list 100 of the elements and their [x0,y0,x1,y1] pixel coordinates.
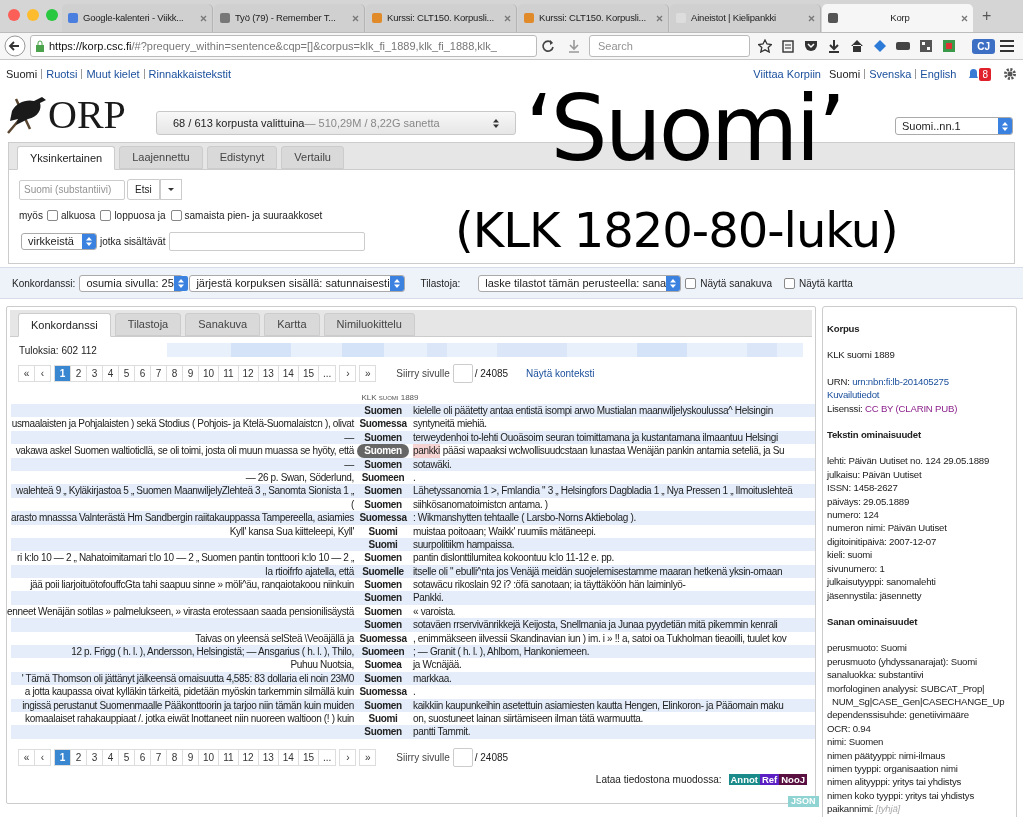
bookmark-star-icon[interactable] [758,39,773,53]
scope-select[interactable]: virkkeistä [21,233,97,250]
match-word[interactable]: Suomen [357,578,409,592]
page-button[interactable]: ... [318,749,337,767]
cite-link[interactable]: Viittaa Korpiin [753,65,821,83]
match-word[interactable]: Suomessa [357,511,409,525]
page-button[interactable]: 14 [277,749,299,767]
link[interactable]: urn:nbn:fi:lb-201405275 [852,374,949,389]
match-word[interactable]: Suomen [357,551,409,565]
new-tab-button[interactable]: + [974,4,1000,28]
match-word[interactable]: Suomen [357,497,409,512]
match-word[interactable]: Suomen [357,444,409,458]
browser-search-field[interactable]: Search [588,35,751,57]
match-word[interactable]: Suomelle [357,564,409,579]
download-format-button[interactable]: Ref [759,773,780,785]
match-word[interactable]: Suomi [357,712,409,726]
match-word[interactable]: Suomen [357,618,409,632]
match-word[interactable]: Suomen [357,484,409,498]
tab[interactable]: Nimiluokittelu [323,313,415,336]
close-tab-icon[interactable] [200,14,207,22]
close-tab-icon[interactable] [656,14,663,22]
tab[interactable]: Vertailu [281,146,344,169]
match-word[interactable]: Suomen [357,725,409,739]
language-link[interactable]: English [920,65,957,83]
pocket-icon[interactable] [804,39,819,53]
match-word[interactable]: Suomen [357,698,409,712]
tab[interactable]: Konkordanssi [18,313,111,337]
diamond-icon[interactable] [873,39,888,53]
search-button[interactable]: Etsi [127,179,160,200]
browser-tab[interactable]: Korp [822,4,973,32]
tab[interactable]: Edistynyt [206,146,278,169]
match-word[interactable]: Suomen [357,591,409,605]
tab[interactable]: Tilastoja [114,313,182,336]
close-tab-icon[interactable] [961,14,968,22]
page-button[interactable]: 14 [277,364,299,382]
statistics-select[interactable]: laske tilastot tämän perusteella: sana [478,274,682,292]
page-button[interactable]: 11 [218,364,239,382]
match-word[interactable]: Suomessa [357,631,409,646]
language-link[interactable]: Svenska [869,65,912,83]
match-word[interactable]: Suomessa [357,685,409,699]
browser-tab[interactable]: Aineistot | Kielipankki [670,4,821,32]
page-button[interactable]: » [359,364,377,382]
page-number-field[interactable] [452,363,473,383]
page-button[interactable]: 13 [257,364,279,382]
link[interactable]: Kuvailutiedot [827,388,880,402]
match-word[interactable]: Suomen [357,430,409,445]
match-word[interactable]: Suomessa [357,417,409,431]
page-button[interactable]: 11 [218,749,239,767]
page-button[interactable]: ... [318,364,337,382]
mode-select[interactable]: Suomi..nn.1 [895,117,1013,135]
browser-tab[interactable]: Kurssi: CLT150. Korpusli... [366,4,517,32]
checkbox[interactable] [685,277,697,289]
tab[interactable]: Kartta [264,313,320,336]
sort-select[interactable]: järjestä korpuksen sisällä: satunnaisesti [189,274,405,292]
browser-tab[interactable]: Kurssi: CLT150. Korpusli... [518,4,669,32]
page-button[interactable]: ‹ [34,364,51,382]
checkbox[interactable] [170,210,182,221]
home-icon[interactable] [850,39,865,53]
language-link[interactable]: Rinnakkaistekstit [148,65,232,83]
page-button[interactable]: 10 [198,749,220,767]
language-link[interactable]: Muut kielet [86,65,140,83]
page-button[interactable]: 12 [237,749,259,767]
checkbox[interactable] [100,210,112,221]
checkbox[interactable] [783,277,795,289]
match-word[interactable]: Suomea [357,658,409,672]
clipboard-icon[interactable] [781,39,796,53]
tab[interactable]: Sanakuva [185,313,261,336]
download-format-button[interactable]: Annot [728,773,760,785]
page-button[interactable]: › [339,364,357,382]
match-word[interactable]: Suomi [357,537,409,552]
match-word[interactable]: Suomeen [357,470,409,485]
browser-tab[interactable]: Työ (79) - Remember T... [214,4,365,32]
close-tab-icon[interactable] [504,14,511,22]
link[interactable]: CC BY (CLARIN PUB) [865,401,958,416]
show-context-link[interactable]: Näytä konteksti [526,365,595,381]
query-field[interactable]: Suomi (substantiivi) [19,179,125,200]
tab[interactable]: Laajennettu [119,146,203,169]
page-button[interactable]: 10 [198,364,220,382]
language-link[interactable]: Ruotsi [46,65,78,83]
match-word[interactable]: Suomeen [357,645,409,659]
extension-button[interactable]: CJ [972,38,995,54]
page-button[interactable]: 15 [297,749,319,767]
match-word[interactable]: Suomen [357,457,409,471]
language-link[interactable]: Suomi [828,65,861,83]
download-arrow-icon[interactable] [827,39,842,53]
match-word[interactable]: Suomen [357,671,409,686]
match-word[interactable]: Suomen [357,404,409,418]
address-bar[interactable]: https://korp.csc.fi/#?prequery_within=sentence&cqp=[]&corpus=klk_fi_1889,klk_fi_1888,klk_ [30,35,537,57]
browser-tab[interactable]: Google-kalenteri - Viikk... [62,4,213,32]
close-tab-icon[interactable] [352,14,359,22]
linked-word[interactable]: pankki [413,444,440,458]
page-button[interactable]: › [339,749,357,767]
page-number-field[interactable] [452,748,473,768]
page-button[interactable]: 13 [257,749,279,767]
text-field[interactable] [168,232,365,251]
page-button[interactable]: ‹ [34,749,51,767]
tab[interactable]: Yksinkertainen [17,146,116,170]
close-tab-icon[interactable] [808,14,815,22]
match-word[interactable]: Suomi [357,524,409,538]
match-word[interactable]: Suomen [357,604,409,619]
